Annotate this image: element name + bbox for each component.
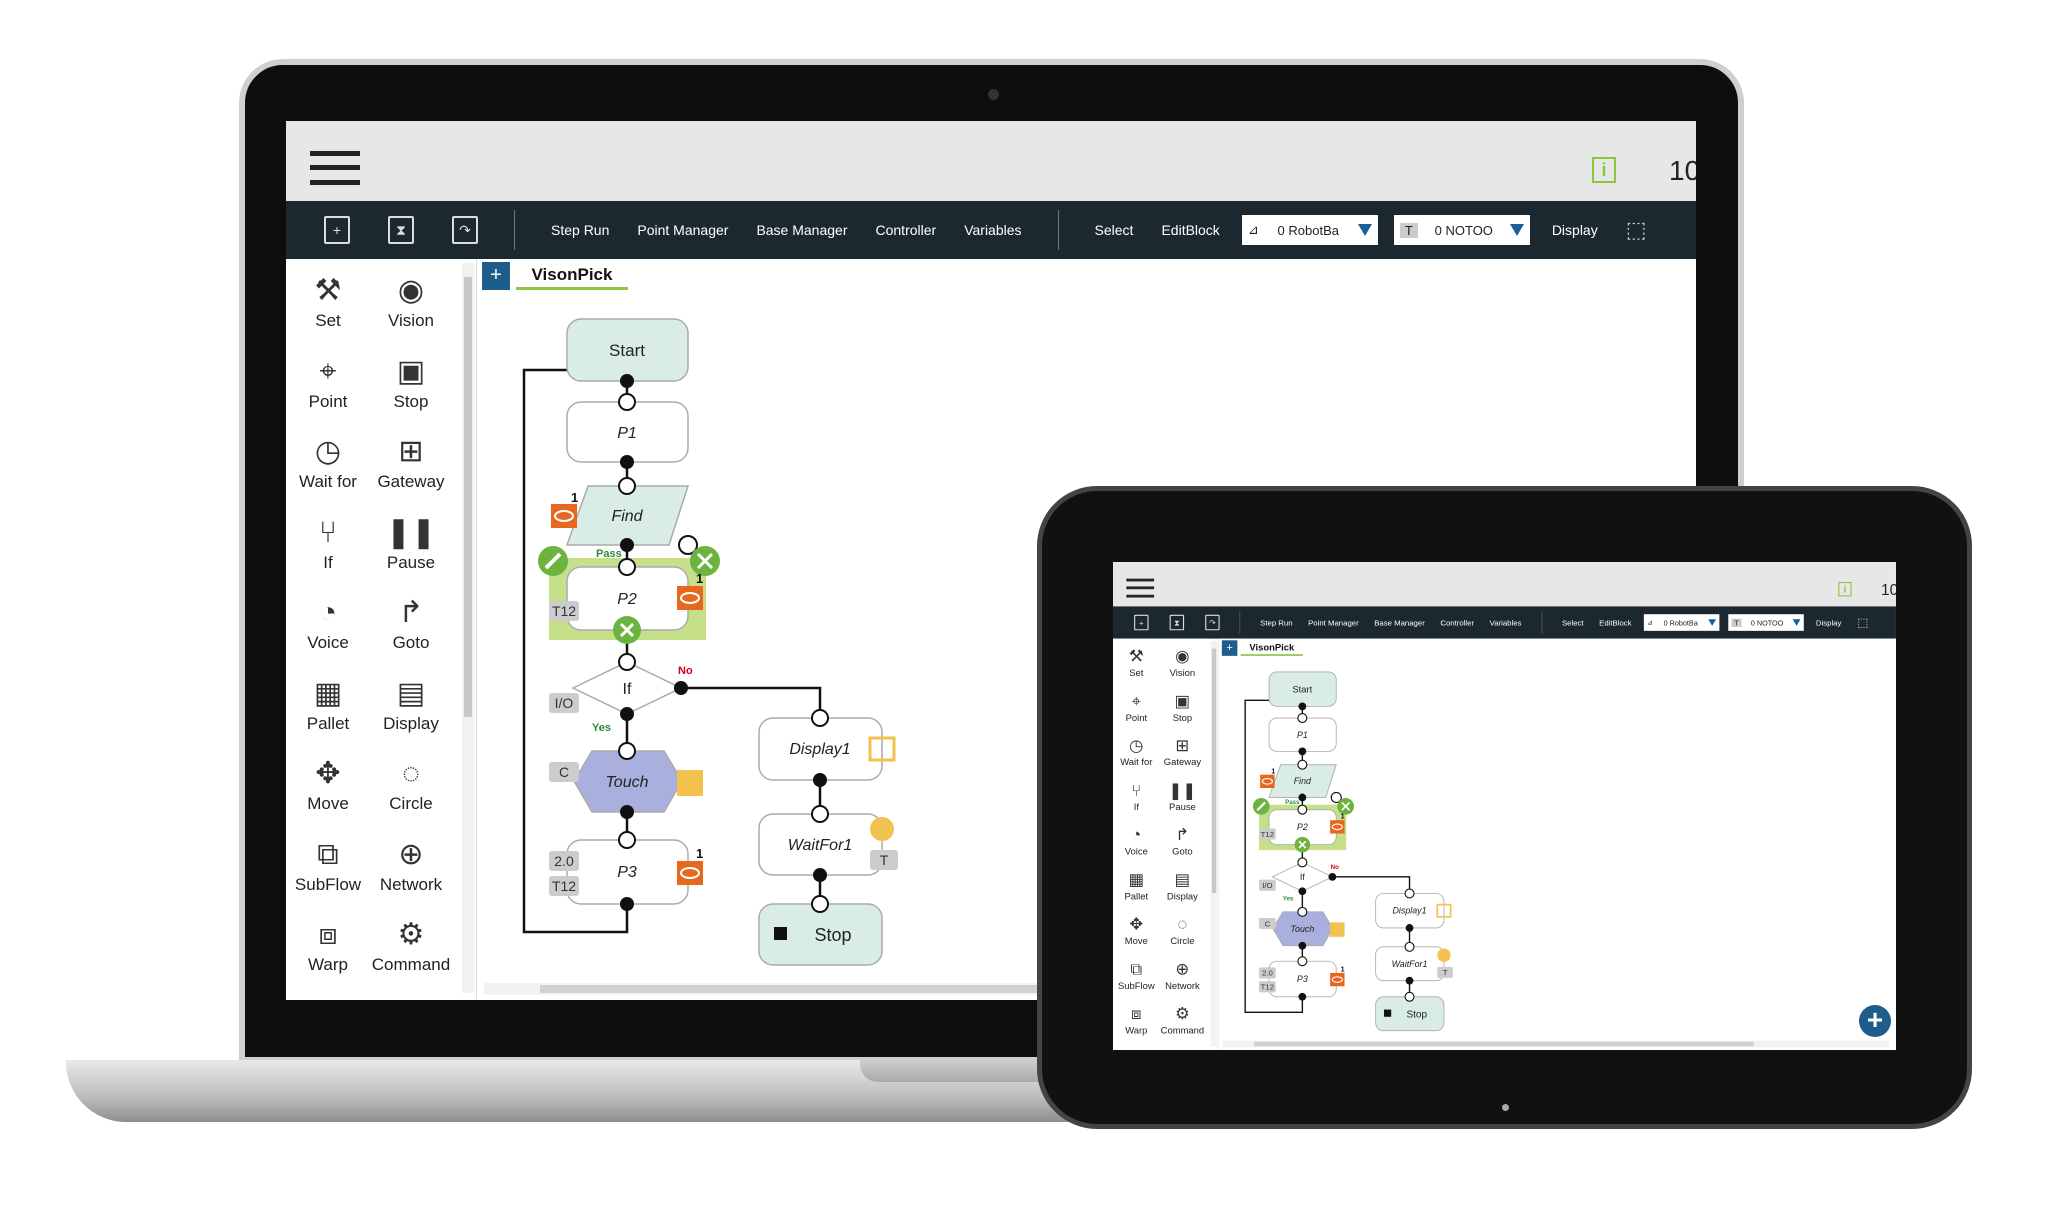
p2-label: P2 [1297, 822, 1308, 832]
yes-label: Yes [592, 722, 611, 734]
p3-label: P3 [1297, 974, 1308, 984]
speed-tag: 2.0 [554, 853, 574, 869]
count-label: 1 [696, 571, 703, 586]
clock-badge-icon [870, 817, 894, 841]
tablet-home-dot [1502, 1104, 1509, 1111]
speed-tag: 2.0 [1262, 969, 1273, 978]
pass-label: Pass [1285, 799, 1300, 806]
tool-tag: T12 [1261, 983, 1274, 992]
c-tag: C [559, 764, 569, 780]
scrollbar-thumb[interactable] [1254, 1041, 1754, 1047]
edit-block-icon[interactable] [538, 546, 568, 576]
io-tag: I/O [1262, 881, 1272, 890]
start-label: Start [609, 341, 645, 360]
disconnect-icon[interactable] [1294, 836, 1311, 853]
tool-tag: T12 [552, 603, 576, 619]
stop-square-icon [774, 927, 787, 940]
find-label: Find [611, 508, 643, 525]
tool-tag: T12 [552, 878, 576, 894]
c-tag: C [1265, 919, 1271, 928]
delete-block-icon[interactable] [690, 546, 720, 576]
io-tag: I/O [555, 695, 574, 711]
yes-label: Yes [1283, 896, 1294, 903]
add-button[interactable]: + [1859, 1005, 1891, 1037]
find-label: Find [1294, 776, 1312, 786]
touch-hand-icon [1330, 922, 1345, 937]
no-label: No [678, 665, 693, 677]
stop-square-icon [1383, 1009, 1392, 1017]
p1-label: P1 [1297, 730, 1308, 740]
touch-label: Touch [1290, 924, 1314, 934]
flow-editor-app-tablet: i 10 + ⧗ ↷ Step Run Point Manager Base M… [1113, 562, 1896, 1050]
t-tag: T [1443, 968, 1448, 977]
count-label: 1 [1341, 812, 1345, 821]
stop-label: Stop [1406, 1009, 1427, 1020]
no-label: No [1331, 864, 1339, 871]
touch-hand-icon [677, 770, 703, 796]
stop-label: Stop [814, 925, 851, 945]
touch-label: Touch [606, 774, 649, 791]
flow-diagram: Start P1 Find P2 If Touch P3 Display1 Wa… [1244, 671, 1453, 1032]
p1-label: P1 [617, 425, 637, 442]
disconnect-icon[interactable] [613, 616, 641, 644]
waitfor1-label: WaitFor1 [788, 837, 853, 854]
count-label: 1 [1341, 964, 1345, 973]
if-label: If [1300, 872, 1305, 882]
display1-label: Display1 [789, 741, 850, 758]
laptop-camera [988, 89, 999, 100]
tool-tag: T12 [1261, 830, 1274, 839]
count-label: 1 [696, 846, 703, 861]
canvas-scrollbar[interactable] [1222, 1040, 1890, 1048]
clock-badge-icon [1437, 948, 1451, 962]
start-label: Start [1292, 684, 1312, 695]
pass-label: Pass [596, 548, 622, 560]
p3-label: P3 [617, 864, 637, 881]
count-label: 1 [1271, 767, 1275, 776]
p2-label: P2 [617, 591, 637, 608]
waitfor1-label: WaitFor1 [1392, 959, 1428, 969]
tablet-screen: i 10 + ⧗ ↷ Step Run Point Manager Base M… [1113, 562, 1896, 1050]
if-label: If [623, 681, 632, 698]
count-label: 1 [571, 490, 578, 505]
edit-block-icon[interactable] [1252, 798, 1270, 815]
t-tag: T [880, 852, 889, 868]
display1-label: Display1 [1393, 906, 1427, 916]
